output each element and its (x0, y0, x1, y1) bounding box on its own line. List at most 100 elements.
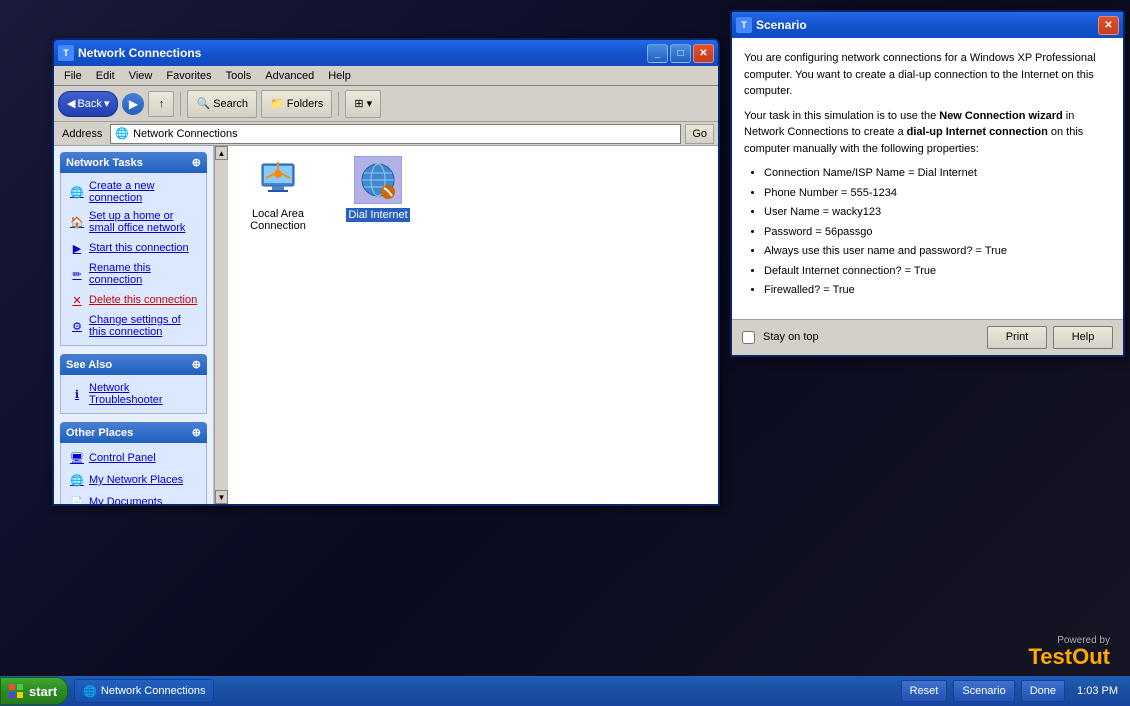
search-button[interactable]: 🔍 Search (187, 90, 257, 118)
sidebar-link-delete[interactable]: ✕ Delete this connection (61, 289, 206, 311)
scenario-title-icon: T (736, 17, 752, 33)
up-arrow-icon: ↑ (159, 98, 165, 110)
dial-internet-svg (356, 158, 400, 202)
address-icon: 🌐 (115, 127, 129, 140)
dial-internet-label: Dial Internet (346, 208, 409, 222)
local-area-connection-label: Local Area Connection (238, 208, 318, 232)
sidebar-link-setup-home[interactable]: 🏠 Set up a home or small office network (61, 207, 206, 237)
other-places-collapse-icon: ⊕ (192, 426, 201, 439)
scenario-prop-2: Phone Number = 555-1234 (764, 185, 1111, 202)
up-folder-button[interactable]: ↑ (148, 91, 174, 117)
scenario-prop-1: Connection Name/ISP Name = Dial Internet (764, 165, 1111, 182)
scenario-prop-7: Firewalled? = True (764, 282, 1111, 299)
sidebar-link-settings[interactable]: ⚙ Change settings of this connection (61, 311, 206, 341)
back-button[interactable]: ◀ Back ▾ (58, 91, 118, 117)
scenario-footer-left: Stay on top (742, 331, 981, 344)
menu-file[interactable]: File (58, 68, 88, 84)
menu-advanced[interactable]: Advanced (259, 68, 320, 84)
stay-on-top-label: Stay on top (763, 331, 819, 343)
stay-on-top-checkbox[interactable] (742, 331, 755, 344)
other-places-header[interactable]: Other Places ⊕ (60, 422, 207, 443)
views-button[interactable]: ⊞ ▾ (345, 90, 381, 118)
menu-edit[interactable]: Edit (90, 68, 121, 84)
network-tasks-body: 🌐 Create a new connection 🏠 Set up a hom… (60, 173, 207, 346)
start-button[interactable]: start (0, 677, 68, 705)
sidebar: Network Tasks ⊕ 🌐 Create a new connectio… (54, 146, 214, 504)
folders-icon: 📁 (270, 97, 284, 110)
address-input[interactable]: 🌐 Network Connections (110, 124, 681, 144)
network-connections-window: T Network Connections _ □ ✕ File Edit Vi… (52, 38, 720, 506)
local-area-connection-svg (254, 156, 302, 204)
views-dropdown-icon: ▾ (367, 97, 373, 110)
scenario-prop-5: Always use this user name and password? … (764, 243, 1111, 260)
maximize-button[interactable]: □ (670, 44, 691, 63)
desktop: T Network Connections _ □ ✕ File Edit Vi… (0, 0, 1130, 706)
taskbar: start 🌐 Network Connections Reset Scenar… (0, 676, 1130, 706)
scenario-prop-6: Default Internet connection? = True (764, 263, 1111, 280)
back-dropdown-icon[interactable]: ▾ (104, 97, 110, 110)
sidebar-link-rename[interactable]: ✏ Rename this connection (61, 259, 206, 289)
dial-internet-img (354, 156, 402, 204)
back-arrow-icon: ◀ (67, 97, 75, 110)
scenario-footer-right: Print Help (987, 326, 1113, 349)
control-panel-icon: 🖥 (69, 450, 85, 466)
start-connection-icon: ▶ (69, 240, 85, 256)
menu-tools[interactable]: Tools (220, 68, 258, 84)
scroll-down-button[interactable]: ▼ (215, 490, 228, 504)
scenario-paragraph-1: You are configuring network connections … (744, 50, 1111, 100)
sidebar-link-create-connection[interactable]: 🌐 Create a new connection (61, 177, 206, 207)
scenario-properties-list: Connection Name/ISP Name = Dial Internet… (764, 165, 1111, 299)
sidebar-link-troubleshooter[interactable]: ℹ Network Troubleshooter (61, 379, 206, 409)
help-button[interactable]: Help (1053, 326, 1113, 349)
window-title-icon: T (58, 45, 74, 61)
testout-name: TestOut (1029, 646, 1111, 668)
other-places-body: 🖥 Control Panel 🌐 My Network Places 📄 My… (60, 443, 207, 504)
sidebar-scrollbar[interactable]: ▲ ▼ (214, 146, 228, 504)
folders-button[interactable]: 📁 Folders (261, 90, 332, 118)
taskbar-network-connections[interactable]: 🌐 Network Connections (74, 679, 214, 703)
scenario-window: T Scenario ✕ You are configuring network… (730, 10, 1125, 357)
taskbar-time: 1:03 PM (1071, 685, 1124, 697)
scenario-taskbar-button[interactable]: Scenario (953, 680, 1014, 702)
setup-home-icon: 🏠 (69, 214, 85, 230)
sidebar-section-see-also: See Also ⊕ ℹ Network Troubleshooter (60, 354, 207, 414)
forward-button[interactable]: ▶ (122, 93, 144, 115)
settings-icon: ⚙ (69, 318, 85, 334)
scenario-prop-4: Password = 56passgo (764, 224, 1111, 241)
delete-icon: ✕ (69, 292, 85, 308)
menubar: File Edit View Favorites Tools Advanced … (54, 66, 718, 86)
menu-help[interactable]: Help (322, 68, 357, 84)
window-controls: _ □ ✕ (647, 44, 714, 63)
toolbar: ◀ Back ▾ ▶ ↑ 🔍 Search 📁 Folders ⊞ ▾ (54, 86, 718, 122)
menu-favorites[interactable]: Favorites (160, 68, 217, 84)
scenario-prop-3: User Name = wacky123 (764, 204, 1111, 221)
scenario-body: You are configuring network connections … (732, 38, 1123, 319)
local-area-connection-icon[interactable]: Local Area Connection (238, 156, 318, 232)
done-button[interactable]: Done (1021, 680, 1065, 702)
print-button[interactable]: Print (987, 326, 1047, 349)
see-also-header[interactable]: See Also ⊕ (60, 354, 207, 375)
sidebar-link-my-documents[interactable]: 📄 My Documents (61, 491, 206, 504)
sidebar-link-start-connection[interactable]: ▶ Start this connection (61, 237, 206, 259)
window-content: Network Tasks ⊕ 🌐 Create a new connectio… (54, 146, 718, 504)
scroll-up-button[interactable]: ▲ (215, 146, 228, 160)
menu-view[interactable]: View (123, 68, 159, 84)
dial-internet-icon[interactable]: Dial Internet (338, 156, 418, 222)
sidebar-section-network-tasks: Network Tasks ⊕ 🌐 Create a new connectio… (60, 152, 207, 346)
minimize-button[interactable]: _ (647, 44, 668, 63)
scenario-close-button[interactable]: ✕ (1098, 16, 1119, 35)
toolbar-separator-2 (338, 92, 339, 116)
taskbar-item-icon: 🌐 (83, 685, 97, 698)
go-button[interactable]: Go (685, 124, 714, 144)
sidebar-link-my-network[interactable]: 🌐 My Network Places (61, 469, 206, 491)
rename-icon: ✏ (69, 266, 85, 282)
sidebar-link-control-panel[interactable]: 🖥 Control Panel (61, 447, 206, 469)
reset-button[interactable]: Reset (901, 680, 948, 702)
address-label: Address (58, 128, 106, 140)
close-button[interactable]: ✕ (693, 44, 714, 63)
addressbar: Address 🌐 Network Connections Go (54, 122, 718, 146)
scenario-titlebar: T Scenario ✕ (732, 12, 1123, 38)
my-network-icon: 🌐 (69, 472, 85, 488)
network-tasks-header[interactable]: Network Tasks ⊕ (60, 152, 207, 173)
local-area-connection-img (254, 156, 302, 204)
